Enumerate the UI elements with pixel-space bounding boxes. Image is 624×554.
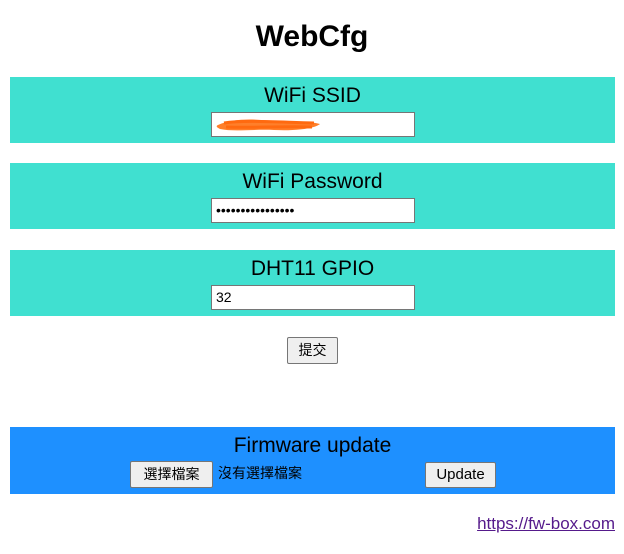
submit-button[interactable]: 提交	[287, 337, 338, 364]
file-status-text: 沒有選擇檔案	[218, 466, 302, 482]
ssid-label: WiFi SSID	[264, 84, 361, 107]
page-title: WebCfg	[255, 20, 369, 53]
password-masked-value: ••••••••••••••••	[216, 202, 295, 218]
ssid-section: WiFi SSID	[10, 77, 615, 143]
update-button[interactable]: Update	[425, 462, 496, 488]
gpio-label: DHT11 GPIO	[250, 257, 375, 280]
gpio-input[interactable]: 32	[211, 285, 415, 310]
gpio-section: DHT11 GPIO 32	[10, 250, 615, 316]
password-label: WiFi Password	[242, 170, 383, 193]
gpio-value: 32	[216, 289, 232, 305]
redaction-scribble-icon	[216, 119, 320, 131]
password-section: WiFi Password ••••••••••••••••	[10, 163, 615, 229]
ssid-input[interactable]	[211, 112, 415, 137]
firmware-update-title: Firmware update	[233, 434, 392, 457]
footer-link[interactable]: https://fw-box.com	[477, 513, 615, 535]
choose-file-button[interactable]: 選擇檔案	[130, 461, 213, 488]
password-input[interactable]: ••••••••••••••••	[211, 198, 415, 223]
firmware-update-section: Firmware update 選擇檔案 沒有選擇檔案 Update	[10, 427, 615, 494]
